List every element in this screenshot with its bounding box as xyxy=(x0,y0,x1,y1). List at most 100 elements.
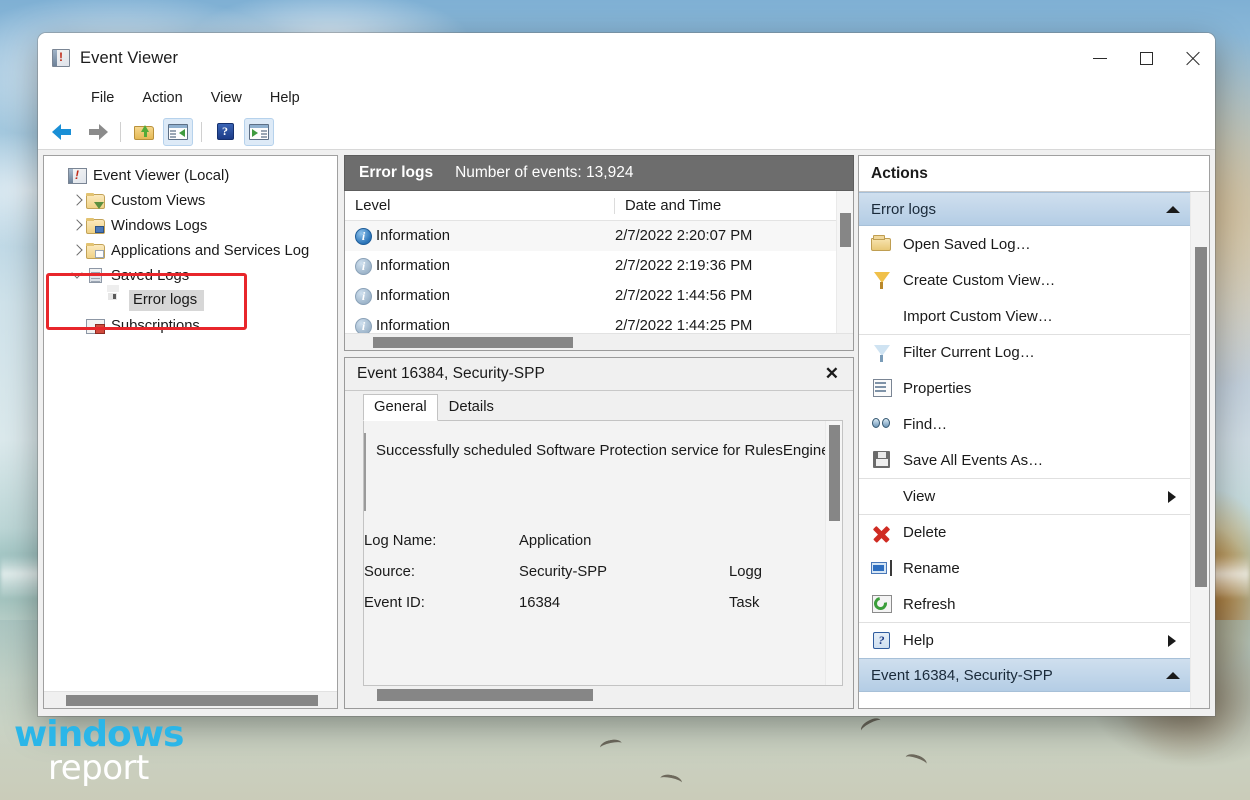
folder-funnel-icon xyxy=(86,192,105,209)
action-create-custom-view[interactable]: Create Custom View… xyxy=(859,262,1190,298)
funnel-blue-icon xyxy=(871,343,893,363)
action-refresh[interactable]: Refresh xyxy=(859,586,1190,622)
sidebar-item-label: Error logs xyxy=(129,290,205,311)
actions-group-event-16384[interactable]: Event 16384, Security-SPP xyxy=(859,658,1190,692)
actions-group-label: Event 16384, Security-SPP xyxy=(871,666,1053,684)
table-row[interactable]: i Information 2/7/2022 1:44:56 PM xyxy=(345,281,836,311)
field-source: Source: Security-SPP Logg xyxy=(364,556,825,587)
menu-action[interactable]: Action xyxy=(131,87,193,109)
submenu-arrow-icon xyxy=(1168,634,1176,647)
event-detail-vertical-scrollbar[interactable] xyxy=(825,421,842,685)
actions-vertical-scrollbar[interactable] xyxy=(1190,192,1209,708)
event-level-label: Information xyxy=(376,228,451,244)
field-label: Log Name: xyxy=(364,532,437,549)
floppy-disk-icon xyxy=(871,450,893,470)
show-hide-console-tree-button[interactable] xyxy=(163,117,193,146)
help-button[interactable]: ? xyxy=(210,118,240,146)
event-list-horizontal-scrollbar[interactable] xyxy=(345,333,853,350)
field-value: Application xyxy=(519,532,592,549)
scrollbar-thumb[interactable] xyxy=(840,213,851,247)
table-row[interactable]: i Information 2/7/2022 1:44:25 PM xyxy=(345,311,836,333)
caret-up-icon[interactable] xyxy=(1166,205,1180,213)
help-icon: ? xyxy=(871,631,893,651)
event-list: Level Date and Time i Information 2/7/20… xyxy=(344,191,854,351)
open-folder-icon xyxy=(134,124,154,140)
event-level-cell: i Information xyxy=(345,227,615,245)
event-date-cell: 2/7/2022 2:20:07 PM xyxy=(615,228,753,244)
scrollbar-thumb[interactable] xyxy=(1195,247,1207,587)
chevron-down-icon[interactable] xyxy=(68,266,86,282)
action-properties[interactable]: Properties xyxy=(859,370,1190,406)
caret-up-icon[interactable] xyxy=(1166,671,1180,679)
sidebar-item-windows-logs[interactable]: Windows Logs xyxy=(44,213,337,238)
table-row[interactable]: i Information 2/7/2022 2:19:36 PM xyxy=(345,251,836,281)
action-delete[interactable]: Delete xyxy=(859,514,1190,550)
close-icon[interactable]: ✕ xyxy=(821,364,843,384)
action-find[interactable]: Find… xyxy=(859,406,1190,442)
actions-list: Error logs Open Saved Log… Create Custom… xyxy=(859,192,1190,708)
action-save-all-events-as[interactable]: Save All Events As… xyxy=(859,442,1190,478)
sidebar-item-saved-logs[interactable]: Saved Logs xyxy=(44,263,337,288)
column-header-date-and-time[interactable]: Date and Time xyxy=(615,198,836,214)
back-button[interactable] xyxy=(48,118,78,146)
tab-details[interactable]: Details xyxy=(438,394,505,421)
tab-general[interactable]: General xyxy=(363,394,438,421)
action-label: Save All Events As… xyxy=(903,451,1044,469)
event-detail-header: Event 16384, Security-SPP ✕ xyxy=(345,358,853,391)
event-detail-horizontal-scrollbar[interactable] xyxy=(363,686,843,704)
action-label: Properties xyxy=(903,379,972,397)
sidebar-item-subscriptions[interactable]: Subscriptions xyxy=(44,313,337,338)
funnel-yellow-icon xyxy=(871,270,893,290)
delete-x-icon xyxy=(871,523,893,543)
action-import-custom-view[interactable]: Import Custom View… xyxy=(859,298,1190,334)
open-saved-log-button[interactable] xyxy=(129,118,159,146)
menu-help[interactable]: Help xyxy=(259,87,311,109)
action-view[interactable]: View xyxy=(859,478,1190,514)
action-help[interactable]: ? Help xyxy=(859,622,1190,658)
event-detail-body: Successfully scheduled Software Protecti… xyxy=(363,421,843,686)
chevron-right-icon[interactable] xyxy=(68,218,86,232)
scrollbar-thumb[interactable] xyxy=(377,689,593,701)
scrollbar-thumb[interactable] xyxy=(829,425,840,521)
action-rename[interactable]: Rename xyxy=(859,550,1190,586)
event-list-vertical-scrollbar[interactable] xyxy=(836,191,853,333)
event-date-cell: 2/7/2022 1:44:25 PM xyxy=(615,318,753,333)
event-level-label: Information xyxy=(376,288,451,304)
chevron-right-icon[interactable] xyxy=(68,193,86,207)
action-label: View xyxy=(903,488,936,505)
sidebar-item-applications-and-services-logs[interactable]: Applications and Services Log xyxy=(44,238,337,263)
sidebar-item-custom-views[interactable]: Custom Views xyxy=(44,188,337,213)
forward-button[interactable] xyxy=(82,118,112,146)
event-level-label: Information xyxy=(376,258,451,274)
sidebar-item-event-viewer-local[interactable]: ! Event Viewer (Local) xyxy=(44,163,337,188)
folder-window-icon xyxy=(86,242,105,259)
sidebar-item-label: Custom Views xyxy=(111,192,206,209)
close-button[interactable] xyxy=(1169,33,1215,83)
scrollbar-thumb[interactable] xyxy=(373,337,573,348)
table-row[interactable]: i Information 2/7/2022 2:20:07 PM xyxy=(345,221,836,251)
maximize-button[interactable] xyxy=(1123,33,1169,83)
action-filter-current-log[interactable]: Filter Current Log… xyxy=(859,334,1190,370)
show-hide-action-pane-button[interactable] xyxy=(244,117,274,146)
minimize-button[interactable] xyxy=(1077,33,1123,83)
sidebar-item-label: Subscriptions xyxy=(111,317,200,334)
submenu-arrow-icon xyxy=(1168,490,1176,503)
menu-file[interactable]: File xyxy=(80,87,125,109)
refresh-icon xyxy=(871,594,893,614)
event-list-column-headers: Level Date and Time xyxy=(345,191,836,221)
scrollbar-thumb[interactable] xyxy=(66,695,318,706)
field-event-id: Event ID: 16384 Task xyxy=(364,587,825,618)
sidebar-item-error-logs[interactable]: Error logs xyxy=(44,285,337,313)
window-controls xyxy=(1077,33,1215,83)
action-open-saved-log[interactable]: Open Saved Log… xyxy=(859,226,1190,262)
show-hide-action-pane-icon xyxy=(249,123,269,140)
console-tree-horizontal-scrollbar[interactable] xyxy=(44,691,337,708)
event-message-text: Successfully scheduled Software Protecti… xyxy=(376,442,825,459)
information-icon: i xyxy=(355,287,372,305)
event-level-cell: i Information xyxy=(345,257,615,275)
column-header-level[interactable]: Level xyxy=(345,197,615,214)
actions-group-error-logs[interactable]: Error logs xyxy=(859,192,1190,226)
chevron-right-icon[interactable] xyxy=(68,243,86,257)
menu-view[interactable]: View xyxy=(200,87,253,109)
window-titlebar: ! Event Viewer xyxy=(38,33,1215,83)
